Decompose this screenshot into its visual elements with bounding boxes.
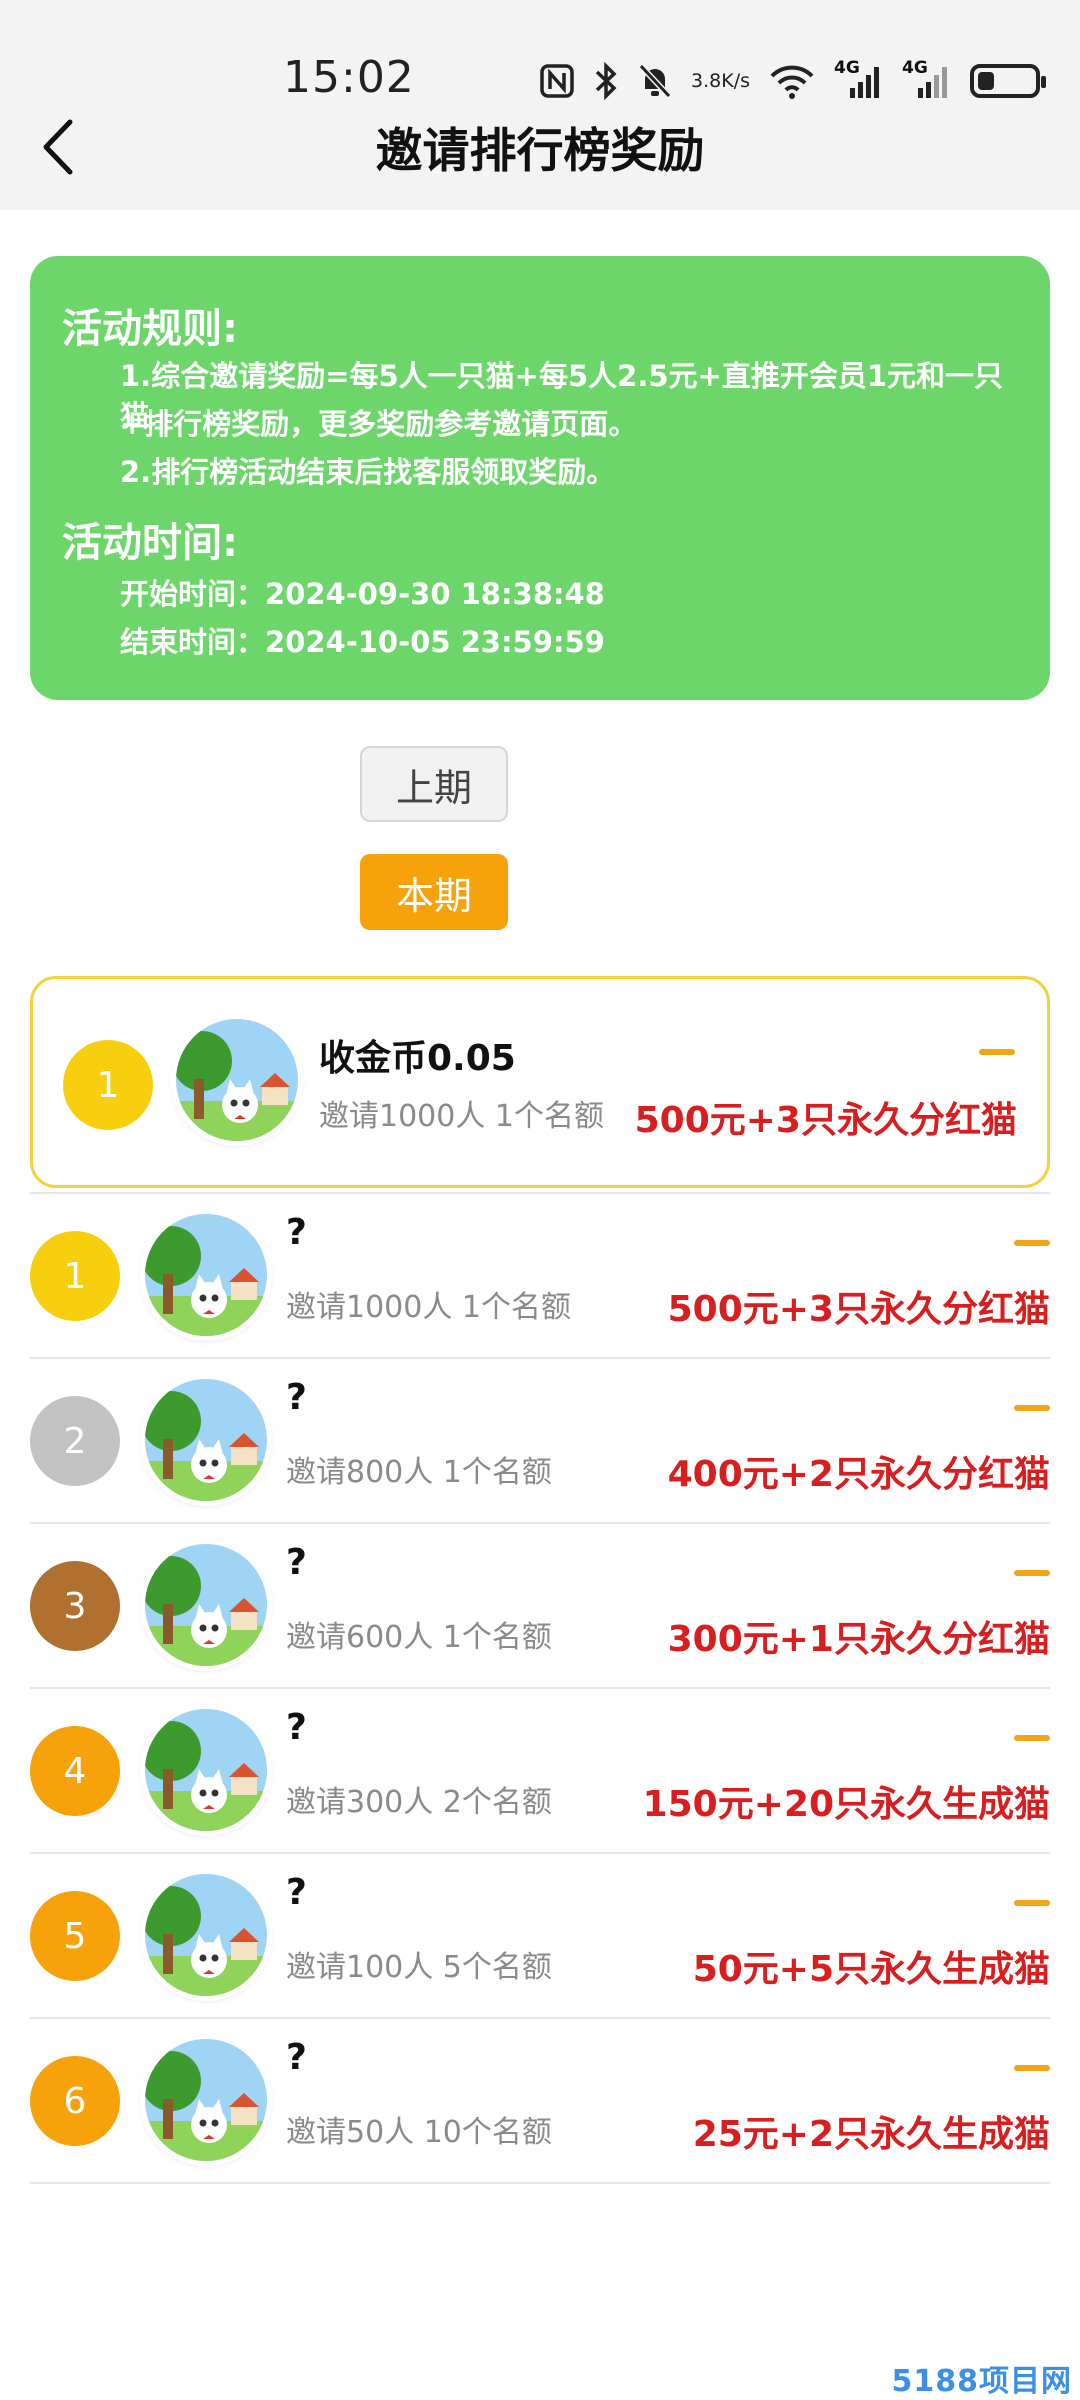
signal-icon: 4G (902, 58, 952, 100)
user-name: ? (286, 1872, 307, 1913)
battery-icon (970, 64, 1046, 98)
avatar (145, 1379, 267, 1501)
rank-change-dash (1014, 1405, 1050, 1411)
user-name: 收金币0.05 (319, 1038, 516, 1079)
rank-badge: 1 (63, 1040, 153, 1130)
rank-badge: 6 (30, 2056, 120, 2146)
user-name: ? (286, 1707, 307, 1748)
ranking-row: 6? 邀请50人 10个名额 25元+2只永久生成猫 (30, 2019, 1050, 2184)
invite-condition: 邀请1000人 1个名额 (319, 1099, 604, 1134)
invite-condition: 邀请600人 1个名额 (286, 1620, 552, 1655)
cat-avatar-icon (145, 1379, 267, 1501)
status-icons: 3.8 K/s 4G 4G (539, 56, 1046, 106)
start-time: 开始时间：2024-09-30 18:38:48 (120, 577, 605, 611)
invite-condition: 邀请50人 10个名额 (286, 2115, 552, 2150)
rule-line: 2.排行榜活动结束后找客服领取奖励。 (120, 455, 616, 489)
cat-avatar-icon (145, 2039, 267, 2161)
cat-avatar-icon (145, 1874, 267, 1996)
watermark: 5188项目网 (891, 2364, 1072, 2399)
end-time: 结束时间：2024-10-05 23:59:59 (120, 625, 605, 659)
rank-change-dash (1014, 1735, 1050, 1741)
avatar (145, 1709, 267, 1831)
page-title: 邀请排行榜奖励 (375, 124, 705, 179)
signal-icon: 4G (834, 58, 884, 100)
user-name: ? (286, 2037, 307, 2078)
ranking-row: 1? 邀请1000人 1个名额 500元+3只永久分红猫 (30, 1194, 1050, 1359)
battery-level (978, 72, 994, 90)
current-period-button[interactable]: 本期 (360, 854, 508, 930)
rule-line: +排行榜奖励，更多奖励参考邀请页面。 (120, 407, 638, 441)
rank-change-dash (979, 1049, 1015, 1055)
cat-avatar-icon (145, 1709, 267, 1831)
speed-value: 3.8 (691, 70, 722, 92)
network-label: 4G (834, 58, 860, 78)
network-label: 4G (902, 58, 928, 78)
rank-badge: 3 (30, 1561, 120, 1651)
wifi-icon (768, 62, 816, 100)
ranking-row: 2? 邀请800人 1个名额 400元+2只永久分红猫 (30, 1359, 1050, 1524)
rules-card: 活动规则: 1.综合邀请奖励=每5人一只猫+每5人2.5元+直推开会员1元和一只… (30, 256, 1050, 700)
ranking-row: 4? 邀请300人 2个名额 150元+20只永久生成猫 (30, 1689, 1050, 1854)
rank-change-dash (1014, 2065, 1050, 2071)
user-name: ? (286, 1212, 307, 1253)
ranking-row: 5? 邀请100人 5个名额 50元+5只永久生成猫 (30, 1854, 1050, 2019)
user-name: ? (286, 1377, 307, 1418)
speed-unit: K/s (721, 70, 750, 92)
time-title: 活动时间: (62, 520, 238, 566)
my-rank-card: 1 收金币0.05 邀请1000人 1个名额 500元+3只永久分红猫 (30, 976, 1050, 1188)
reward-text: 500元+3只永久分红猫 (634, 1100, 1017, 1141)
rank-badge: 5 (30, 1891, 120, 1981)
reward-text: 150元+20只永久生成猫 (642, 1784, 1050, 1825)
cat-avatar-icon (145, 1544, 267, 1666)
top-bar: 15:02 3.8 K/s 4G 4G 邀请排行榜奖励 (0, 0, 1080, 210)
avatar (176, 1019, 298, 1141)
avatar (145, 1214, 267, 1336)
user-name: ? (286, 1542, 307, 1583)
cat-avatar-icon (145, 1214, 267, 1336)
invite-condition: 邀请1000人 1个名额 (286, 1290, 571, 1325)
rules-title: 活动规则: (62, 306, 238, 352)
avatar (145, 1874, 267, 1996)
status-time: 15:02 (283, 52, 415, 103)
network-speed: 3.8 K/s (691, 71, 750, 91)
bell-off-icon (637, 62, 673, 100)
invite-condition: 邀请800人 1个名额 (286, 1455, 552, 1490)
cat-avatar-icon (176, 1019, 298, 1141)
rank-badge: 4 (30, 1726, 120, 1816)
avatar (145, 2039, 267, 2161)
reward-text: 50元+5只永久生成猫 (692, 1949, 1050, 1990)
rank-change-dash (1014, 1570, 1050, 1576)
previous-period-button[interactable]: 上期 (360, 746, 508, 822)
rank-badge: 2 (30, 1396, 120, 1486)
bluetooth-icon (593, 62, 619, 100)
rank-change-dash (1014, 1240, 1050, 1246)
invite-condition: 邀请300人 2个名额 (286, 1785, 552, 1820)
reward-text: 400元+2只永久分红猫 (667, 1454, 1050, 1495)
reward-text: 500元+3只永久分红猫 (667, 1289, 1050, 1330)
ranking-row: 3? 邀请600人 1个名额 300元+1只永久分红猫 (30, 1524, 1050, 1689)
rank-badge: 1 (30, 1231, 120, 1321)
rank-change-dash (1014, 1900, 1050, 1906)
nfc-icon (539, 63, 575, 99)
reward-text: 300元+1只永久分红猫 (667, 1619, 1050, 1660)
invite-condition: 邀请100人 5个名额 (286, 1950, 552, 1985)
reward-text: 25元+2只永久生成猫 (692, 2114, 1050, 2155)
avatar (145, 1544, 267, 1666)
